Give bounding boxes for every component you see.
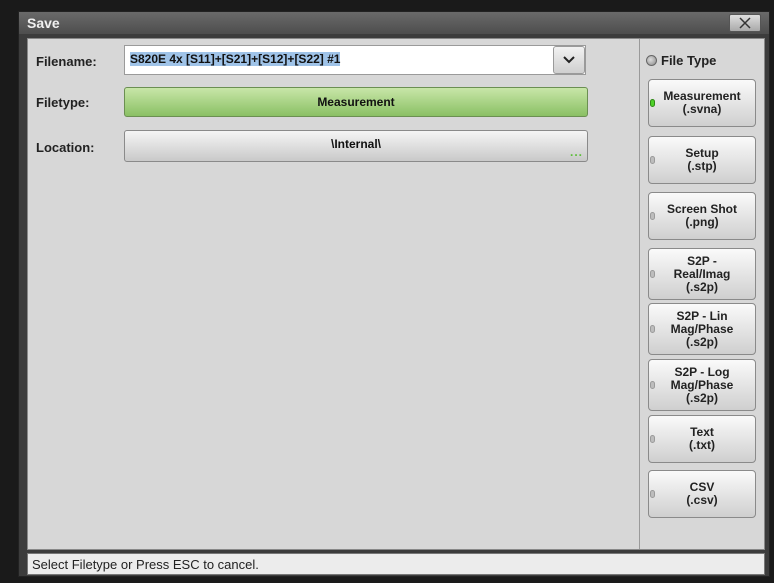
button-label-line2: Real/Imag xyxy=(673,266,731,281)
active-indicator-icon xyxy=(650,99,655,107)
button-label-line2: (.txt) xyxy=(689,438,715,452)
inactive-indicator-icon xyxy=(650,435,655,443)
filetype-measurement-button[interactable]: Measurement (.svna) xyxy=(648,79,756,127)
button-label-line3: (.s2p) xyxy=(685,390,718,405)
inactive-indicator-icon xyxy=(650,212,655,220)
filetype-setup-button[interactable]: Setup (.stp) xyxy=(648,136,756,184)
filetype-s2p-real-imag-button[interactable]: S2P - Real/Imag (.s2p) xyxy=(648,248,756,300)
filetype-csv-button[interactable]: CSV (.csv) xyxy=(648,470,756,518)
file-type-header: File Type xyxy=(646,53,716,68)
button-label-line2: (.svna) xyxy=(682,102,722,116)
radio-indicator-icon xyxy=(646,55,657,66)
filetype-s2p-log-mag-phase-button[interactable]: S2P - Log Mag/Phase (.s2p) xyxy=(648,359,756,411)
save-dialog: Save Filename: S820E 4x [S11]+[S21]+[S12… xyxy=(18,11,770,577)
inactive-indicator-icon xyxy=(650,270,655,278)
dialog-titlebar: Save xyxy=(19,12,769,34)
close-button[interactable] xyxy=(729,14,761,32)
filetype-button[interactable]: Measurement xyxy=(124,87,588,117)
filename-label: Filename: xyxy=(36,54,97,69)
inactive-indicator-icon xyxy=(650,156,655,164)
filetype-screenshot-button[interactable]: Screen Shot (.png) xyxy=(648,192,756,240)
inactive-indicator-icon xyxy=(650,490,655,498)
filetype-s2p-lin-mag-phase-button[interactable]: S2P - Lin Mag/Phase (.s2p) xyxy=(648,303,756,355)
button-label-line2: Mag/Phase xyxy=(670,321,734,336)
file-type-header-label: File Type xyxy=(661,53,717,68)
dialog-title: Save xyxy=(27,15,60,31)
file-type-sidebar: File Type Measurement (.svna) Setup (.st… xyxy=(639,39,765,549)
filetype-value: Measurement xyxy=(317,95,395,109)
button-label-line2: (.csv) xyxy=(686,493,718,507)
button-label-line3: (.s2p) xyxy=(685,334,718,349)
filename-input[interactable]: S820E 4x [S11]+[S21]+[S12]+[S22] #1 xyxy=(124,45,586,75)
filename-dropdown-button[interactable] xyxy=(553,46,585,74)
filename-value: S820E 4x [S11]+[S21]+[S12]+[S22] #1 xyxy=(130,52,341,66)
location-label: Location: xyxy=(36,140,95,155)
close-icon xyxy=(739,17,751,29)
inactive-indicator-icon xyxy=(650,325,655,333)
button-label-line3: (.s2p) xyxy=(685,279,718,294)
location-button[interactable]: \Internal\ ... xyxy=(124,130,588,162)
more-options-icon: ... xyxy=(569,145,583,159)
button-label-line2: (.stp) xyxy=(687,159,717,173)
location-value: \Internal\ xyxy=(330,137,381,151)
dialog-content: Filename: S820E 4x [S11]+[S21]+[S12]+[S2… xyxy=(27,38,765,550)
button-label-line2: Mag/Phase xyxy=(670,377,734,392)
button-label-line2: (.png) xyxy=(685,215,719,229)
inactive-indicator-icon xyxy=(650,381,655,389)
chevron-down-icon xyxy=(563,56,575,64)
button-label-line1: S2P - xyxy=(687,253,717,268)
filetype-label: Filetype: xyxy=(36,95,90,110)
status-bar: Select Filetype or Press ESC to cancel. xyxy=(27,553,765,575)
button-label-line1: S2P - Log xyxy=(674,364,730,379)
filetype-text-button[interactable]: Text (.txt) xyxy=(648,415,756,463)
status-message: Select Filetype or Press ESC to cancel. xyxy=(32,557,259,572)
button-label-line1: S2P - Lin xyxy=(676,308,728,323)
